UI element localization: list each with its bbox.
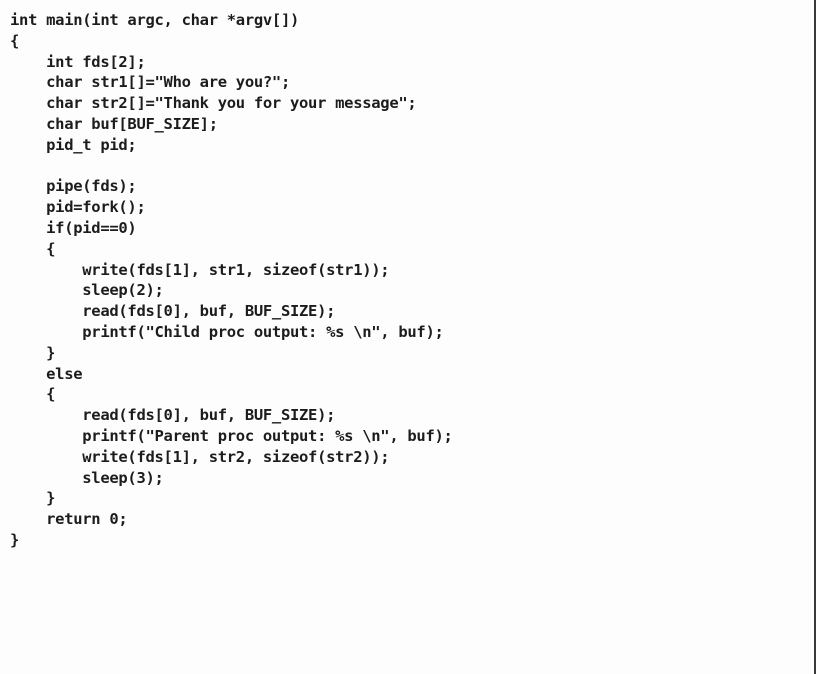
code-line: } bbox=[10, 489, 56, 508]
code-line: printf("Parent proc output: %s \n", buf)… bbox=[10, 426, 453, 445]
code-line: read(fds[0], buf, BUF_SIZE); bbox=[10, 302, 336, 321]
code-line: printf("Child proc output: %s \n", buf); bbox=[10, 322, 444, 341]
code-line: return 0; bbox=[10, 510, 128, 529]
code-line: } bbox=[10, 530, 20, 549]
code-line: pipe(fds); bbox=[10, 177, 137, 196]
code-line: pid_t pid; bbox=[10, 135, 137, 154]
code-line: write(fds[1], str1, sizeof(str1)); bbox=[10, 260, 390, 279]
code-line: pid=fork(); bbox=[10, 198, 146, 217]
code-block: int main(int argc, char *argv[]) { int f… bbox=[10, 10, 453, 551]
code-line: int fds[2]; bbox=[10, 52, 146, 71]
code-line: { bbox=[10, 31, 20, 50]
code-line: { bbox=[10, 239, 56, 258]
code-line: write(fds[1], str2, sizeof(str2)); bbox=[10, 447, 390, 466]
code-line: if(pid==0) bbox=[10, 218, 137, 237]
code-line: { bbox=[10, 385, 56, 404]
code-line: sleep(3); bbox=[10, 468, 164, 487]
code-line: sleep(2); bbox=[10, 281, 164, 300]
code-line: char buf[BUF_SIZE]; bbox=[10, 114, 218, 133]
code-line: int main(int argc, char *argv[]) bbox=[10, 11, 300, 29]
code-page: int main(int argc, char *argv[]) { int f… bbox=[0, 0, 816, 674]
code-line: else bbox=[10, 364, 83, 383]
code-line: } bbox=[10, 343, 56, 362]
code-line: char str1[]="Who are you?"; bbox=[10, 73, 290, 92]
code-line: char str2[]="Thank you for your message"… bbox=[10, 94, 417, 113]
code-line: read(fds[0], buf, BUF_SIZE); bbox=[10, 406, 336, 425]
